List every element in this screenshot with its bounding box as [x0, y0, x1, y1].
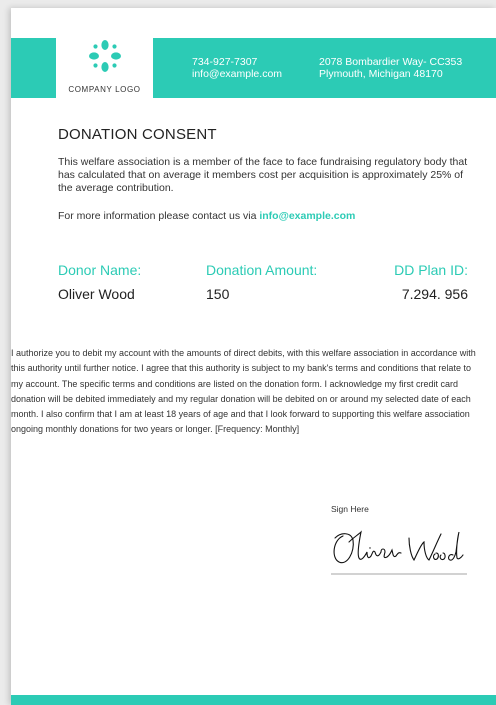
contact-block: 734-927-7307 info@example.com — [192, 56, 282, 80]
signature-image — [331, 530, 467, 575]
sign-here-label: Sign Here — [331, 504, 369, 514]
phone-number: 734-927-7307 — [192, 56, 258, 68]
company-logo: COMPANY LOGO — [56, 30, 153, 104]
address-line-1: 2078 Bombardier Way- CC353 — [319, 56, 463, 68]
address-line-2: Plymouth, Michigan 48170 — [319, 68, 443, 80]
contact-email-link[interactable]: info@example.com — [259, 210, 355, 222]
donation-consent-sheet: COMPANY LOGO 734-927-7307 info@example.c… — [11, 8, 496, 705]
authorization-paragraph: I authorize you to debit my account with… — [11, 348, 476, 435]
dd-plan-value: 7.294. 956 — [401, 286, 468, 302]
company-logo-icon — [89, 40, 121, 72]
logo-text: COMPANY LOGO — [68, 85, 141, 94]
header-email[interactable]: info@example.com — [192, 68, 282, 80]
donation-amount-value: 150 — [206, 286, 230, 302]
intro-paragraph: This welfare association is a member of … — [58, 156, 468, 194]
donation-amount-label: Donation Amount: — [206, 262, 318, 278]
dd-plan-label: DD Plan ID: — [394, 262, 468, 278]
address-block: 2078 Bombardier Way- CC353 Plymouth, Mic… — [319, 56, 462, 80]
document-title: DONATION CONSENT — [58, 126, 217, 143]
footer-band — [11, 695, 496, 705]
donor-name-label: Donor Name: — [58, 262, 142, 278]
contact-line: For more information please contact us v… — [58, 210, 355, 222]
donor-name-value: Oliver Wood — [58, 286, 135, 302]
contact-prefix: For more information please contact us v… — [58, 210, 260, 222]
